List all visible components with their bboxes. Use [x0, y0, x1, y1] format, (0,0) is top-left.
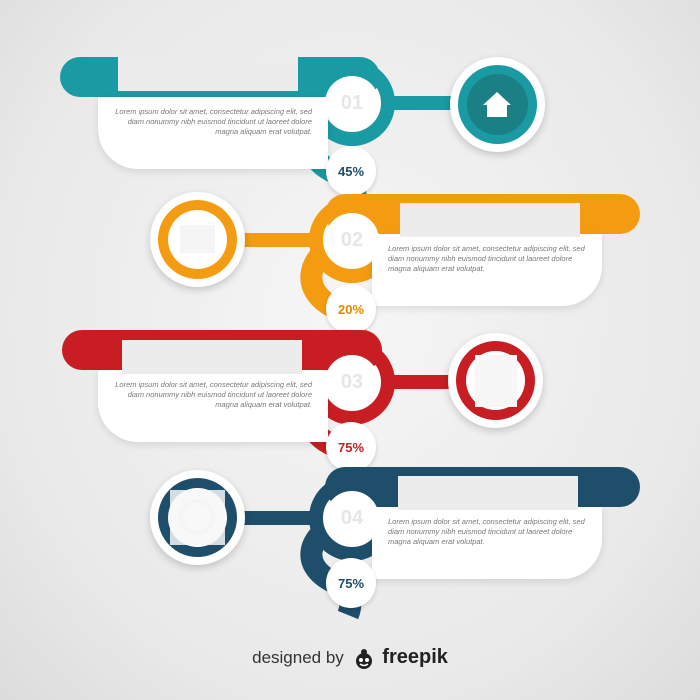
home-icon — [483, 92, 511, 117]
step-2-card: Lorem ipsum dolor sit amet, consectetur … — [372, 234, 602, 306]
step-3-title-box — [122, 340, 302, 374]
image-icon — [180, 225, 215, 253]
step-4-icon-node — [150, 470, 245, 565]
step-3-icon-node — [448, 333, 543, 428]
step-1-icon-node — [450, 57, 545, 152]
gear-icon — [170, 490, 225, 545]
credit-brand[interactable]: freepik — [382, 646, 448, 668]
step-4-number: 04 — [325, 491, 379, 545]
step-2-body: Lorem ipsum dolor sit amet, consectetur … — [388, 244, 585, 273]
step-1-card: Lorem ipsum dolor sit amet, consectetur … — [98, 97, 328, 169]
step-4-percent: 75% — [326, 558, 376, 608]
timeline-infographic: Lorem ipsum dolor sit amet, consectetur … — [0, 0, 700, 700]
step-4-body: Lorem ipsum dolor sit amet, consectetur … — [388, 517, 585, 546]
lightbulb-icon — [475, 355, 517, 407]
step-2-title-box — [400, 203, 580, 237]
step-3-number: 03 — [325, 355, 379, 409]
step-2-icon-node — [150, 192, 245, 287]
step-1-body: Lorem ipsum dolor sit amet, consectetur … — [115, 107, 312, 136]
step-3-body: Lorem ipsum dolor sit amet, consectetur … — [115, 380, 312, 409]
step-1-percent: 45% — [326, 146, 376, 196]
step-1-title-box — [118, 57, 298, 91]
credit-line: designed by freepik — [0, 646, 700, 670]
step-2-percent: 20% — [326, 284, 376, 334]
step-3-card: Lorem ipsum dolor sit amet, consectetur … — [98, 370, 328, 442]
step-4-card: Lorem ipsum dolor sit amet, consectetur … — [372, 507, 602, 579]
step-3-percent: 75% — [326, 422, 376, 472]
step-2-number: 02 — [325, 213, 379, 267]
step-4-title-box — [398, 476, 578, 510]
credit-prefix: designed by — [252, 648, 344, 667]
freepik-logo-icon — [355, 648, 372, 669]
step-1-number: 01 — [325, 76, 379, 130]
